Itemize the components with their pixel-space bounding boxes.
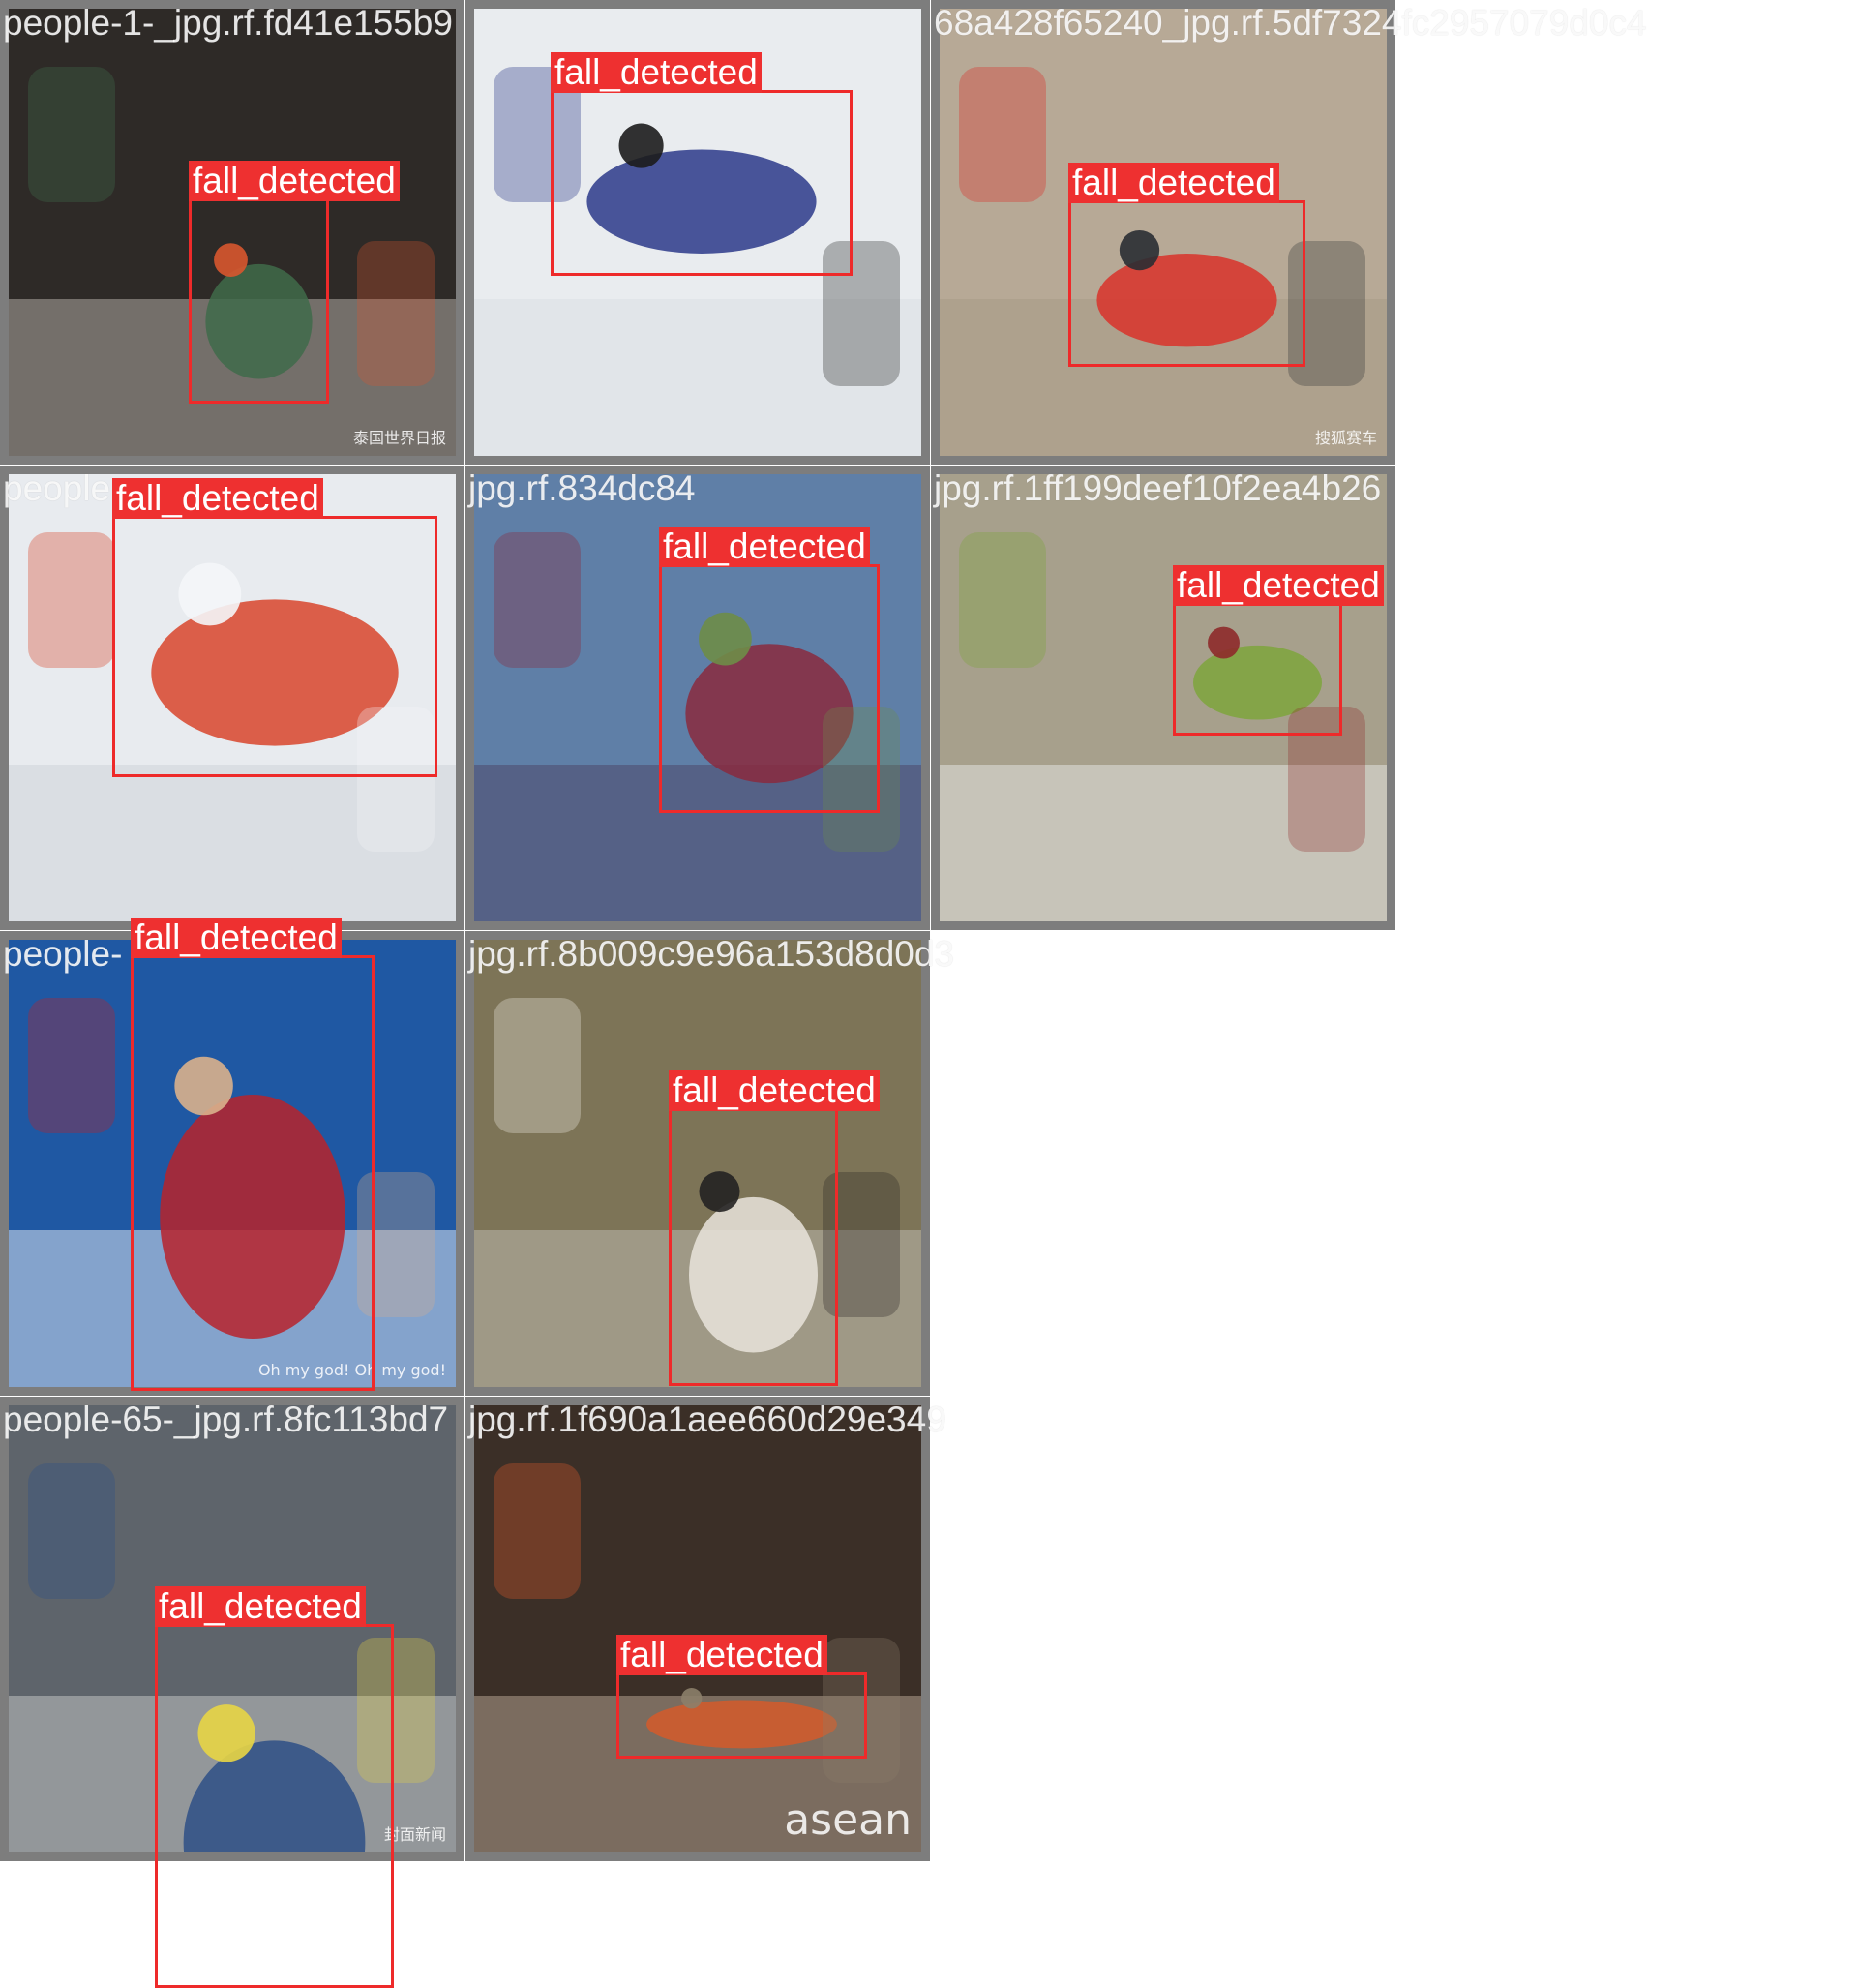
detection-box: fall_detected <box>1068 163 1305 367</box>
detection-label: fall_detected <box>131 918 342 958</box>
detection-box: fall_detected <box>669 1070 880 1386</box>
detection-box: fall_detected <box>616 1635 867 1759</box>
watermark: 泰国世界日报 <box>352 429 446 447</box>
detection-box: fall_detected <box>189 161 400 404</box>
detection-label: fall_detected <box>112 478 323 519</box>
detection-label: fall_detected <box>616 1635 827 1675</box>
detection-grid: 泰国世界日报 people-1-_jpg.rf.fd41e155b9 fall_de… <box>0 0 1858 1988</box>
detection-label: fall_detected <box>669 1070 880 1111</box>
watermark: asean <box>784 1795 912 1845</box>
detection-tile: 泰国世界日报 people-1-_jpg.rf.fd41e155b9 fall_de… <box>0 0 464 465</box>
detection-label: fall_detected <box>1173 565 1384 606</box>
scene-photo: asean <box>474 1405 921 1852</box>
detection-label: fall_detected <box>1068 163 1279 203</box>
detection-label: fall_detected <box>551 52 762 93</box>
scene-image <box>474 1405 921 1852</box>
detection-tile: 封面新闻 people-65-_jpg.rf.8fc113bd7 fall_dete… <box>0 1397 464 1988</box>
detection-tile: jpg.rf.1ff199deef10f2ea4b26 fall_detected <box>931 466 1395 930</box>
detection-label: fall_detected <box>659 527 870 567</box>
detection-tile: 搜狐赛车 68a428f65240_jpg.rf.5df7324fc2957079… <box>931 0 1647 465</box>
detection-tile: jpg.rf.8b009c9e96a153d8d0d3 fall_detected <box>465 931 954 1396</box>
detection-label: fall_detected <box>155 1586 366 1627</box>
detection-tile: people fall_detected <box>0 466 464 930</box>
detection-box: fall_detected <box>131 918 375 1391</box>
detection-box: fall_detected <box>1173 565 1384 736</box>
detection-tile: Oh my god! Oh my god! people-fall_detecte… <box>0 918 464 1396</box>
detection-tile: asean jpg.rf.1f690a1aee660d29e349 fall_det… <box>465 1397 946 1861</box>
detection-tile: jpg.rf.834dc84 fall_detected <box>465 466 930 930</box>
detection-box: fall_detected <box>659 527 880 813</box>
watermark: 搜狐赛车 <box>1314 429 1377 447</box>
detection-tile: fall_detected <box>465 0 930 465</box>
detection-box: fall_detected <box>155 1586 394 1988</box>
detection-box: fall_detected <box>551 52 853 276</box>
detection-box: fall_detected <box>112 478 437 777</box>
detection-label: fall_detected <box>189 161 400 201</box>
